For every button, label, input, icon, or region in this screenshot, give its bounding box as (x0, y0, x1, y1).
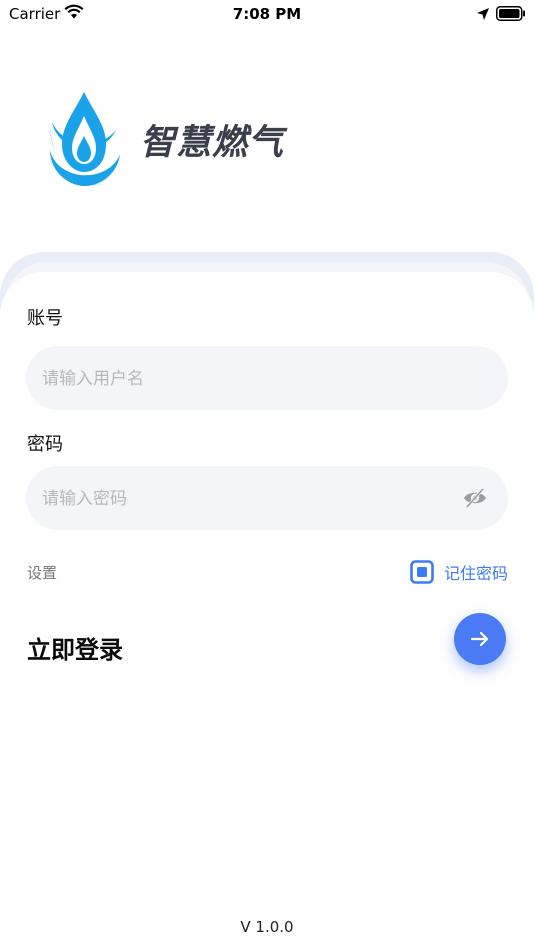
eye-hidden-icon[interactable] (462, 486, 488, 510)
app-version: V 1.0.0 (240, 918, 294, 936)
app-name: 智慧燃气 (140, 123, 285, 163)
password-label: 密码 (27, 434, 63, 455)
checkbox-icon[interactable] (410, 560, 434, 584)
password-field[interactable] (26, 466, 508, 532)
remember-password-label: 记住密码 (444, 564, 509, 583)
location-arrow-icon (477, 8, 489, 20)
account-input[interactable] (40, 346, 444, 412)
arrow-right-icon (470, 631, 489, 647)
account-field[interactable] (26, 346, 508, 412)
password-input[interactable] (40, 466, 444, 532)
login-title: 立即登录 (27, 636, 123, 664)
login-button[interactable] (454, 613, 506, 665)
settings-link[interactable]: 设置 (27, 562, 57, 583)
remember-password-toggle[interactable]: 记住密码 (410, 558, 508, 586)
account-label: 账号 (27, 308, 63, 329)
status-bar: Carrier 7:08 PM (0, 0, 534, 30)
battery-icon (496, 6, 525, 21)
gas-drop-logo-icon (49, 92, 120, 187)
status-time: 7:08 PM (232, 5, 302, 23)
